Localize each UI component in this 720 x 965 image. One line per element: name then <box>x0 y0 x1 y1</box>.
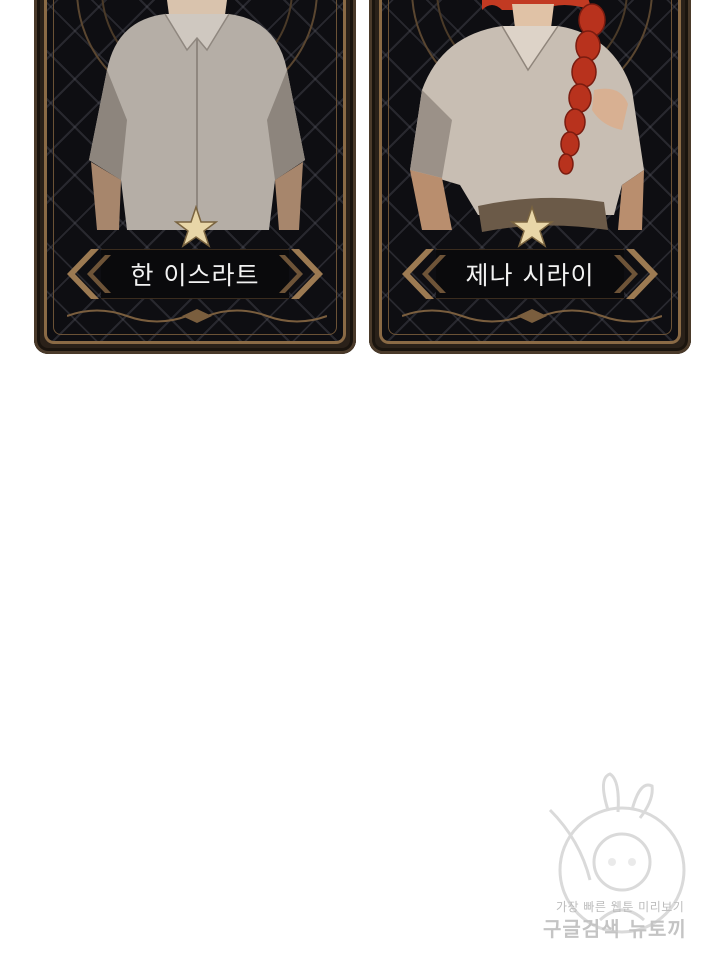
star-icon <box>174 205 218 248</box>
watermark-site: 구글검색 뉴토끼 <box>543 917 687 941</box>
character-name: 제나 시라이 <box>465 261 595 290</box>
card-frame: 제나 시라이 <box>379 0 681 344</box>
ornament <box>402 309 662 323</box>
nameplate: 제나 시라이 <box>396 245 664 303</box>
card-frame: 한 이스라트 <box>44 0 346 344</box>
character-card-2: 제나 시라이 <box>369 0 691 354</box>
chevron-right-icon <box>614 249 658 299</box>
chevron-left-icon <box>67 249 111 299</box>
chevron-right-icon <box>279 249 323 299</box>
ornament <box>67 309 327 323</box>
star-icon <box>510 205 554 248</box>
nameplate: 한 이스라트 <box>61 245 329 303</box>
chevron-left-icon <box>402 249 446 299</box>
character-name: 한 이스라트 <box>130 261 260 290</box>
character-card-1: 한 이스라트 <box>34 0 356 354</box>
